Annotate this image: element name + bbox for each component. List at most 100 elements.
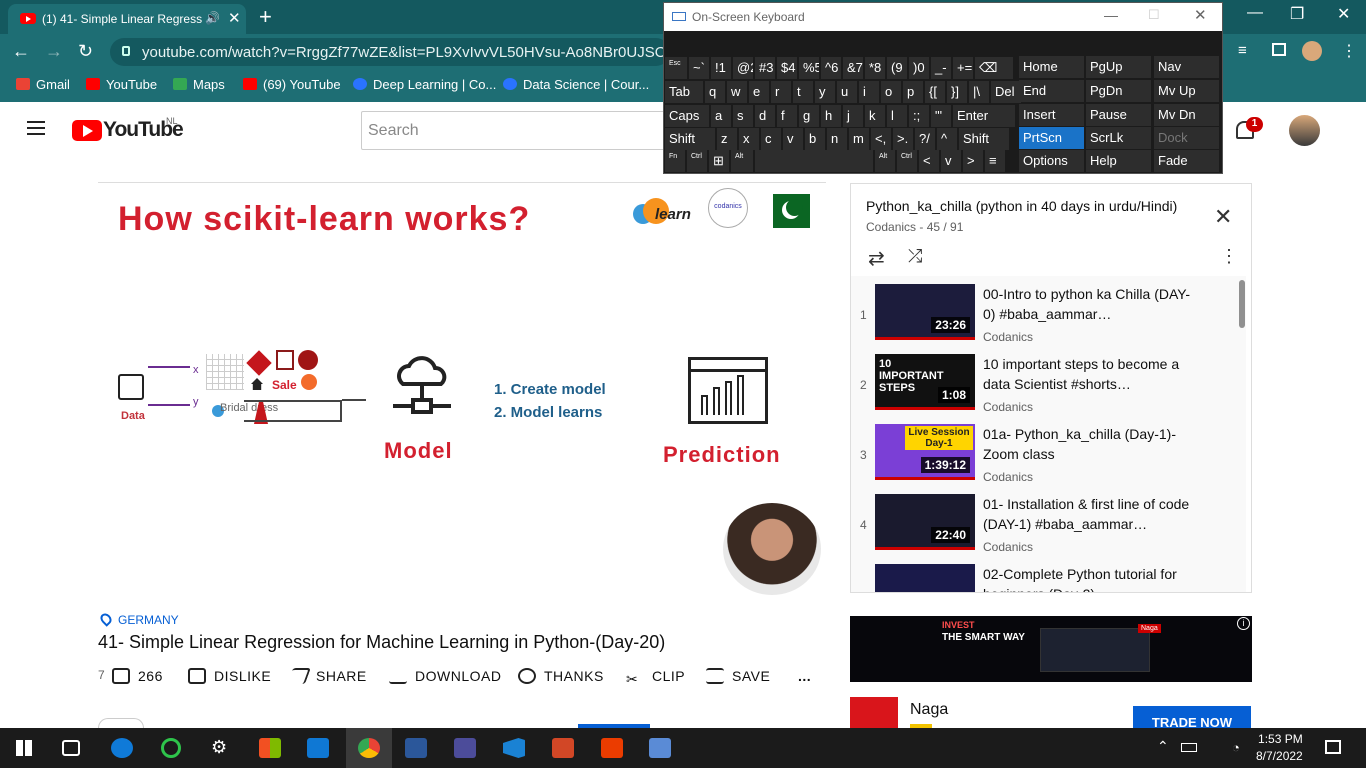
- osk-key[interactable]: (9: [887, 57, 907, 79]
- playlist-item[interactable]: 3 Live Session Day-1 1:39:12 01a- Python…: [851, 416, 1246, 486]
- osk-key[interactable]: Tab: [665, 81, 703, 103]
- playlist-item[interactable]: 2 10 IMPORTANT STEPS 1:08 10 important s…: [851, 346, 1246, 416]
- osk-key[interactable]: Ctrl: [687, 150, 707, 172]
- notifications-icon[interactable]: [1325, 740, 1341, 754]
- osk-maximize-button[interactable]: ☐: [1148, 7, 1160, 23]
- osk-key[interactable]: c: [761, 128, 781, 150]
- playlist-item[interactable]: 02-Complete Python tutorial for beginner…: [851, 556, 1246, 592]
- word-icon[interactable]: [405, 738, 427, 758]
- osk-key[interactable]: w: [727, 81, 747, 103]
- osk-key[interactable]: b: [805, 128, 825, 150]
- ad-banner[interactable]: Naga: [850, 616, 1252, 682]
- osk-nav-key[interactable]: Insert: [1019, 104, 1084, 126]
- osk-key[interactable]: u: [837, 81, 857, 103]
- osk-key[interactable]: |\: [969, 81, 989, 103]
- advertiser-name[interactable]: Naga: [910, 701, 948, 719]
- osk-key[interactable]: {[: [925, 81, 945, 103]
- osk-key[interactable]: @2: [733, 57, 753, 79]
- osk-key[interactable]: j: [843, 105, 863, 127]
- reload-icon[interactable]: ↻: [78, 41, 93, 62]
- osk-key[interactable]: p: [903, 81, 923, 103]
- osk-key[interactable]: s: [733, 105, 753, 127]
- osk-key[interactable]: Shift: [665, 128, 715, 150]
- osk-key[interactable]: n: [827, 128, 847, 150]
- loop-playlist-icon[interactable]: ⇄: [868, 246, 885, 271]
- osk-key[interactable]: Alt: [875, 150, 895, 172]
- osk-key[interactable]: Fn: [665, 150, 685, 172]
- osk-nav-key[interactable]: PrtScn: [1019, 127, 1084, 149]
- osk-nav-key[interactable]: PgUp: [1086, 56, 1151, 78]
- osk-nav-key[interactable]: Help: [1086, 150, 1151, 172]
- browser-tab[interactable]: (1) 41- Simple Linear Regress 🔊 ✕: [8, 4, 246, 34]
- osk-key[interactable]: ~`: [689, 57, 709, 79]
- media-controls-icon[interactable]: ≡: [1238, 42, 1247, 59]
- osk-key[interactable]: h: [821, 105, 841, 127]
- osk-key[interactable]: ≡: [985, 150, 1005, 172]
- osk-key[interactable]: <: [919, 150, 939, 172]
- playlist-item[interactable]: 1 23:26 00-Intro to python ka Chilla (DA…: [851, 276, 1246, 346]
- osk-key[interactable]: r: [771, 81, 791, 103]
- osk-close-button[interactable]: ✕: [1194, 6, 1207, 24]
- battery-icon[interactable]: [1181, 743, 1197, 752]
- thanks-button[interactable]: THANKS: [518, 668, 604, 684]
- chrome-icon[interactable]: [358, 738, 380, 758]
- osk-key[interactable]: ⌫: [975, 57, 1013, 79]
- channel-avatar[interactable]: [98, 718, 144, 728]
- menu-icon[interactable]: [27, 121, 45, 135]
- bookmark-youtube[interactable]: YouTube: [86, 77, 157, 92]
- osk-key[interactable]: )0: [909, 57, 929, 79]
- osk-key[interactable]: Shift: [959, 128, 1009, 150]
- back-icon[interactable]: ←: [12, 41, 30, 62]
- osk-key[interactable]: f: [777, 105, 797, 127]
- osk-key[interactable]: t: [793, 81, 813, 103]
- bookmark-maps[interactable]: Maps: [173, 77, 225, 92]
- profile-avatar[interactable]: [1302, 41, 1322, 61]
- osk-key[interactable]: g: [799, 105, 819, 127]
- osk-key[interactable]: ^: [937, 128, 957, 150]
- osk-key[interactable]: }]: [947, 81, 967, 103]
- osk-minimize-button[interactable]: —: [1104, 7, 1118, 23]
- osk-key[interactable]: e: [749, 81, 769, 103]
- app-circle-icon[interactable]: [161, 738, 181, 758]
- osk-key[interactable]: m: [849, 128, 869, 150]
- dev-icon[interactable]: [454, 738, 476, 758]
- osk-key[interactable]: Ctrl: [897, 150, 917, 172]
- osk-key[interactable]: *8: [865, 57, 885, 79]
- osk-key[interactable]: [755, 150, 873, 172]
- osk-key[interactable]: i: [859, 81, 879, 103]
- osk-key[interactable]: v: [783, 128, 803, 150]
- side-panel-icon[interactable]: [1272, 43, 1286, 56]
- close-tab-icon[interactable]: ✕: [228, 9, 241, 27]
- new-tab-button[interactable]: +: [259, 4, 272, 30]
- taskbar-clock[interactable]: 1:53 PM 8/7/2022: [1256, 731, 1303, 765]
- close-window-button[interactable]: ✕: [1337, 4, 1350, 24]
- osk-key[interactable]: d: [755, 105, 775, 127]
- osk-nav-key[interactable]: Home: [1019, 56, 1084, 78]
- shuffle-icon[interactable]: ⤮: [908, 246, 922, 267]
- osk-nav-key[interactable]: Nav: [1154, 56, 1219, 78]
- osk-key[interactable]: <,: [871, 128, 891, 150]
- osk-key[interactable]: k: [865, 105, 885, 127]
- task-view-icon[interactable]: [62, 740, 80, 756]
- osk-nav-key[interactable]: Fade: [1154, 150, 1219, 172]
- osk-key[interactable]: l: [887, 105, 907, 127]
- playlist-title[interactable]: Python_ka_chilla (python in 40 days in u…: [866, 198, 1177, 214]
- download-button[interactable]: DOWNLOAD: [389, 668, 501, 684]
- like-button[interactable]: 266: [112, 668, 163, 684]
- osk-key[interactable]: Alt: [731, 150, 753, 172]
- osk-taskbar-icon[interactable]: [649, 738, 671, 758]
- osk-key[interactable]: >: [963, 150, 983, 172]
- user-avatar[interactable]: [1289, 115, 1320, 146]
- store-icon[interactable]: [259, 738, 281, 758]
- osk-key[interactable]: !1: [711, 57, 731, 79]
- restore-window-button[interactable]: ❐: [1290, 4, 1304, 24]
- mail-icon[interactable]: [307, 738, 329, 758]
- tray-chevron-icon[interactable]: ⌃: [1157, 738, 1169, 755]
- speaker-icon[interactable]: 🔊: [205, 11, 220, 25]
- share-button[interactable]: SHARE: [287, 668, 367, 684]
- osk-key[interactable]: $4: [777, 57, 797, 79]
- osk-key[interactable]: #3: [755, 57, 775, 79]
- osk-nav-key[interactable]: Mv Dn: [1154, 104, 1219, 126]
- office-icon[interactable]: [601, 738, 623, 758]
- osk-key[interactable]: z: [717, 128, 737, 150]
